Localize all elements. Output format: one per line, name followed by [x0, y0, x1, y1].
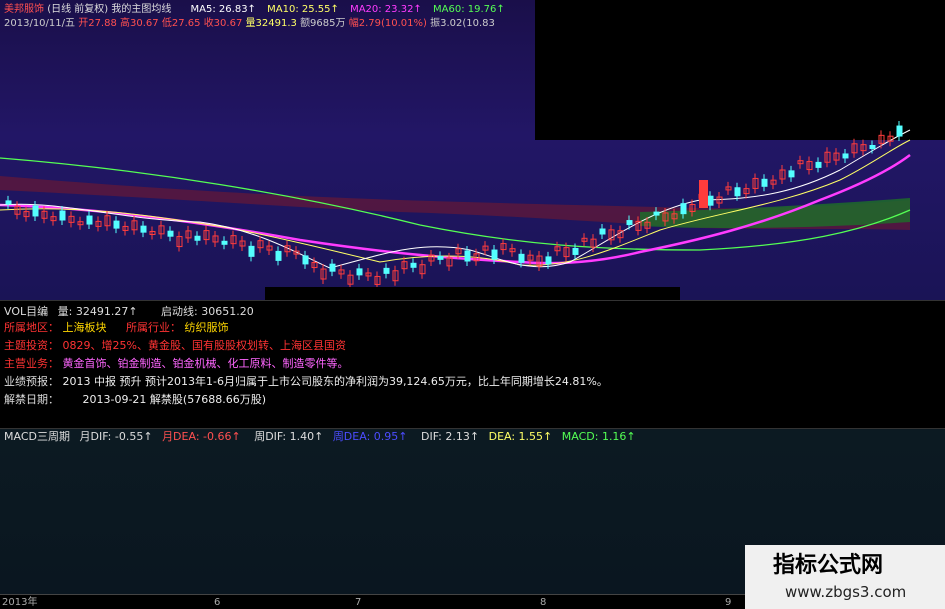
candle-body — [86, 215, 93, 225]
vol-header: VOL目编 量: 32491.27↑ 启动线: 30651.20 — [4, 305, 254, 318]
header-row-1: 美邦服饰 (日线 前复权) 我的主图均线 MA5: 26.83↑ MA10: 2… — [4, 3, 505, 16]
industry-label: 所属行业： — [126, 321, 181, 334]
candle-body — [437, 255, 444, 260]
info-row-unlock: 解禁日期： 2013-09-21 解禁股(57688.66万股) — [4, 393, 266, 406]
vol-start-line: 启动线: 30651.20 — [161, 305, 254, 318]
candle-body — [653, 211, 660, 216]
candle-body — [545, 256, 552, 265]
quote-date: 2013/10/11/五 — [4, 18, 76, 29]
chart-mode[interactable]: (日线 前复权) — [47, 4, 108, 15]
quote-volume: 量32491.3 — [245, 18, 297, 29]
axis-month-9: 9 — [725, 597, 732, 608]
macd-value: MACD: 1.16↑ — [561, 430, 636, 443]
theme-value: 0829、增25%、黄金股、国有股股权划转、上海区县国资 — [62, 339, 346, 352]
candle-body — [896, 125, 903, 137]
watermark-title: 指标公式网 — [773, 553, 884, 578]
candle-body — [329, 263, 336, 272]
candle-body — [221, 240, 228, 245]
macd-label[interactable]: MACD三周期 — [4, 430, 70, 443]
candle-body — [140, 225, 147, 233]
candle-body — [734, 187, 741, 197]
candle-body — [59, 210, 66, 221]
info-row-region: 所属地区： 上海板块 所属行业： 纺织服饰 — [4, 321, 229, 334]
ma5-line — [0, 129, 911, 269]
region-label: 所属地区： — [4, 321, 59, 334]
candle-body — [707, 195, 714, 206]
month-dif: 月DIF: -0.55↑ — [79, 430, 153, 443]
unlock-value: 2013-09-21 解禁股(57688.66万股) — [82, 393, 267, 406]
industry-value: 纺织服饰 — [184, 321, 229, 334]
candle-body — [626, 220, 633, 226]
candle-body — [383, 267, 390, 274]
month-dea: 月DEA: -0.66↑ — [162, 430, 241, 443]
ma20-value: MA20: 23.32↑ — [350, 4, 422, 15]
macd-header: MACD三周期 月DIF: -0.55↑ 月DEA: -0.66↑ 周DIF: … — [4, 430, 636, 443]
quote-amount: 额9685万 — [300, 18, 346, 29]
region-value: 上海板块 — [62, 321, 107, 334]
quote-open: 开27.88 — [78, 18, 117, 29]
quote-low: 低27.65 — [161, 18, 201, 29]
forecast-value: 2013 中报 预升 预计2013年1-6月归属于上市公司股东的净利润为39,1… — [62, 375, 608, 388]
candle-body — [275, 250, 282, 261]
candle-body — [194, 235, 201, 241]
candle-body — [815, 161, 822, 168]
candle-body — [491, 249, 498, 260]
candle-body — [680, 203, 687, 215]
info-row-forecast: 业绩预报： 2013 中报 预升 预计2013年1-6月归属于上市公司股东的净利… — [4, 375, 608, 388]
volume-pane[interactable]: VOL目编 量: 32491.27↑ 启动线: 30651.20 所属地区： 上… — [0, 300, 945, 428]
axis-month-8: 8 — [540, 597, 547, 608]
candle-body — [113, 220, 120, 229]
axis-month-7: 7 — [355, 597, 362, 608]
quote-high: 高30.67 — [120, 18, 159, 29]
indicator-name[interactable]: 我的主图均线 — [111, 4, 171, 15]
business-label: 主营业务： — [4, 357, 59, 370]
vol-label[interactable]: VOL目编 — [4, 305, 48, 318]
info-row-business: 主营业务： 黄金首饰、铂金制造、铂金机械、化工原料、制造零件等。 — [4, 357, 349, 370]
candle-body — [356, 268, 363, 276]
quote-amplitude: 振3.02(10.83 — [430, 18, 495, 29]
header-row-2: 2013/10/11/五 开27.88 高30.67 低27.65 收30.67… — [4, 17, 495, 30]
candle-body — [32, 205, 39, 217]
ma5-value: MA5: 26.83↑ — [190, 4, 256, 15]
dea-value: DEA: 1.55↑ — [488, 430, 553, 443]
unlock-label: 解禁日期： — [4, 393, 59, 406]
limit-up-candle — [699, 180, 708, 208]
ma10-value: MA10: 25.55↑ — [267, 4, 339, 15]
quote-change: 幅2.79(10.01%) — [348, 18, 427, 29]
watermark: 指标公式网 www.zbgs3.com — [745, 545, 945, 609]
vol-value: 量: 32491.27↑ — [57, 305, 138, 318]
candle-body — [842, 153, 849, 159]
candle-body — [518, 253, 525, 263]
dif-value: DIF: 2.13↑ — [420, 430, 480, 443]
candle-body — [167, 230, 174, 237]
axis-year: 2013年 — [2, 597, 38, 608]
candle-body — [302, 255, 309, 265]
quote-close: 收30.67 — [203, 18, 243, 29]
candle-body — [5, 200, 12, 205]
watermark-url: www.zbgs3.com — [785, 583, 907, 601]
candle-body — [572, 247, 579, 255]
theme-label: 主题投资： — [4, 339, 59, 352]
stock-name[interactable]: 美邦服饰 — [4, 4, 44, 15]
candle-body — [410, 262, 417, 268]
info-row-theme: 主题投资： 0829、增25%、黄金股、国有股股权划转、上海区县国资 — [4, 339, 346, 352]
candle-body — [761, 178, 768, 187]
candle-body — [599, 228, 606, 235]
ma60-value: MA60: 19.76↑ — [433, 4, 505, 15]
candle-body — [869, 145, 876, 149]
axis-month-6: 6 — [214, 597, 221, 608]
candle-body — [788, 170, 795, 178]
candle-body — [464, 250, 471, 262]
week-dif: 周DIF: 1.40↑ — [254, 430, 324, 443]
week-dea: 周DEA: 0.95↑ — [332, 430, 408, 443]
forecast-label: 业绩预报： — [4, 375, 59, 388]
candle-body — [248, 245, 255, 257]
business-value: 黄金首饰、铂金制造、铂金机械、化工原料、制造零件等。 — [62, 357, 349, 370]
